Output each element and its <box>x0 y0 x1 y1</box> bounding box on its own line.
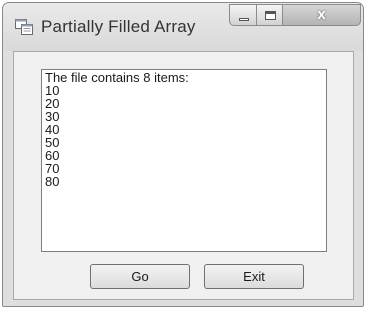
maximize-icon <box>265 11 276 20</box>
list-item[interactable]: 40 <box>45 123 323 136</box>
minimize-button[interactable] <box>229 4 257 26</box>
exit-button[interactable]: Exit <box>204 264 304 289</box>
close-button[interactable]: x <box>282 4 361 26</box>
caption-buttons: x <box>229 4 363 27</box>
close-icon: x <box>317 6 326 23</box>
form-client-area: The file contains 8 items: 10 20 30 40 5… <box>13 51 354 300</box>
title-bar[interactable]: Partially Filled Array x <box>3 3 363 51</box>
app-window: Partially Filled Array x The file contai… <box>2 2 364 307</box>
list-item[interactable]: The file contains 8 items: <box>45 71 323 84</box>
form-window-icon <box>15 19 33 35</box>
list-item[interactable]: 80 <box>45 175 323 188</box>
maximize-button[interactable] <box>256 4 283 26</box>
list-item[interactable]: 50 <box>45 136 323 149</box>
output-listbox[interactable]: The file contains 8 items: 10 20 30 40 5… <box>41 69 327 252</box>
list-item[interactable]: 70 <box>45 162 323 175</box>
go-button[interactable]: Go <box>90 264 190 289</box>
window-title: Partially Filled Array <box>41 17 196 36</box>
list-item[interactable]: 30 <box>45 110 323 123</box>
list-item[interactable]: 60 <box>45 149 323 162</box>
list-item[interactable]: 10 <box>45 84 323 97</box>
list-item[interactable]: 20 <box>45 97 323 110</box>
minimize-icon <box>239 18 249 21</box>
